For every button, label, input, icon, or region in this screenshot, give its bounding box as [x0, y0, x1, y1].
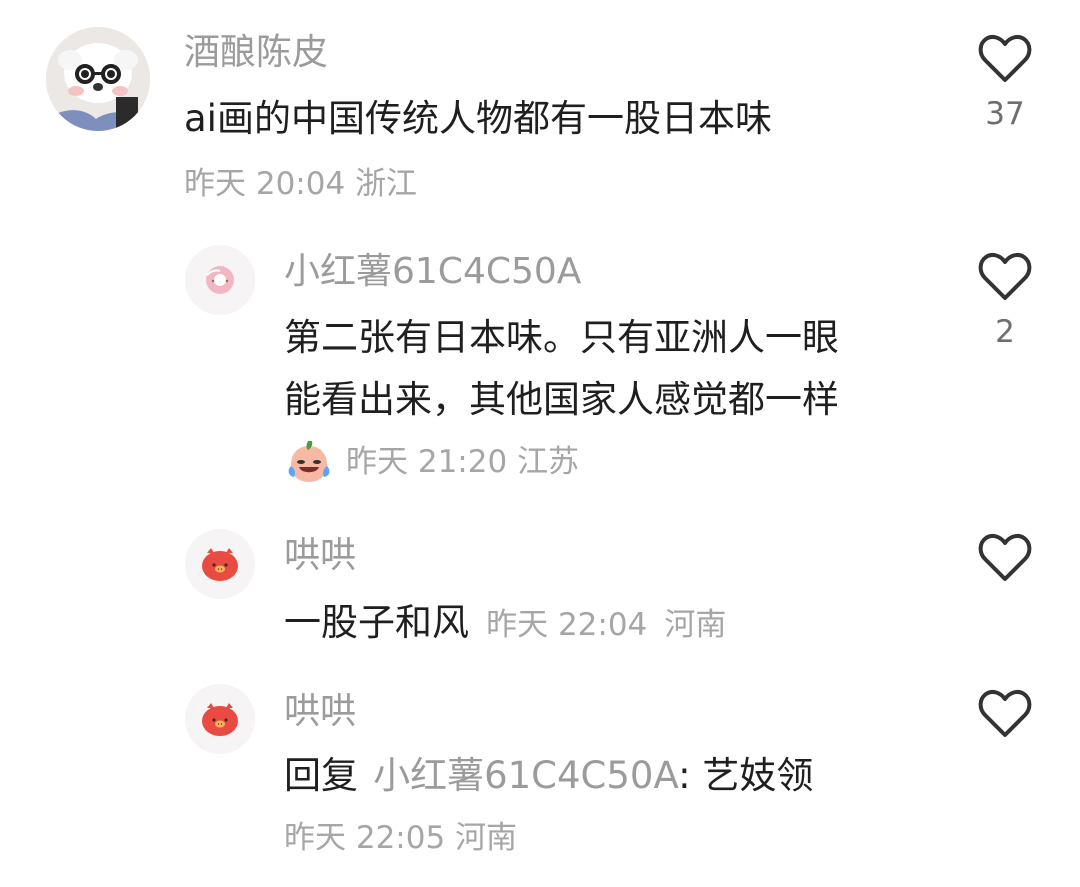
red-pig-avatar-image	[185, 529, 255, 599]
comment-text: ai画的中国传统人物都有一股日本味	[184, 97, 772, 140]
comment-location: 浙江	[355, 166, 418, 202]
like-count: 2	[995, 314, 1015, 350]
comment-time: 昨天 22:04	[486, 607, 648, 643]
comment-text: 一股子和风	[284, 601, 469, 644]
avatar-jiuniang-chenpi[interactable]	[46, 27, 150, 131]
crying-laughing-peach-emoji-icon	[284, 436, 334, 494]
comment-body: 一股子和风 昨天 22:04 河南	[284, 599, 726, 645]
comment-location: 河南	[664, 607, 727, 643]
comment-location: 河南	[455, 820, 518, 856]
comment-username[interactable]: 哄哄	[284, 536, 356, 576]
comment-time: 昨天 22:05	[284, 820, 446, 856]
comment-meta: 昨天 22:05 河南	[284, 820, 517, 856]
avatar-honghong[interactable]	[185, 684, 255, 754]
comment-text-line-1: 第二张有日本味。只有亚洲人一眼	[284, 316, 839, 359]
like-count: 37	[985, 96, 1025, 132]
avatar-dog-image	[46, 27, 150, 131]
comment-location: 江苏	[517, 444, 580, 480]
heart-outline-icon	[978, 689, 1032, 737]
like-button-comment-2[interactable]	[977, 252, 1033, 302]
comment-username[interactable]: 小红薯61C4C50A	[284, 252, 581, 292]
like-button-comment-1[interactable]	[977, 34, 1033, 84]
heart-outline-icon	[978, 533, 1032, 581]
comment-time: 昨天 20:04	[184, 166, 346, 202]
avatar-xiaohongshu-user[interactable]	[185, 245, 255, 315]
like-button-comment-3[interactable]	[977, 533, 1033, 583]
comment-username[interactable]: 哄哄	[284, 692, 356, 732]
comment-meta: 昨天 21:20 江苏	[284, 441, 580, 482]
comment-text: : 艺妓领	[678, 754, 814, 797]
comment-text-line-2: 能看出来，其他国家人感觉都一样	[284, 378, 839, 421]
comment-username[interactable]: 酒酿陈皮	[184, 33, 328, 73]
donut-avatar-image	[185, 245, 255, 315]
heart-outline-icon	[978, 34, 1032, 82]
reply-target-username[interactable]: 小红薯61C4C50A	[373, 754, 678, 797]
avatar-honghong[interactable]	[185, 529, 255, 599]
red-pig-avatar-image	[185, 684, 255, 754]
heart-outline-icon	[978, 252, 1032, 300]
comment-meta: 昨天 20:04 浙江	[184, 166, 417, 202]
reply-prefix: 回复	[284, 754, 358, 797]
comment-time: 昨天 21:20	[346, 444, 508, 480]
like-button-comment-4[interactable]	[977, 689, 1033, 739]
reply-body: 回复 小红薯61C4C50A: 艺妓领	[284, 754, 813, 798]
